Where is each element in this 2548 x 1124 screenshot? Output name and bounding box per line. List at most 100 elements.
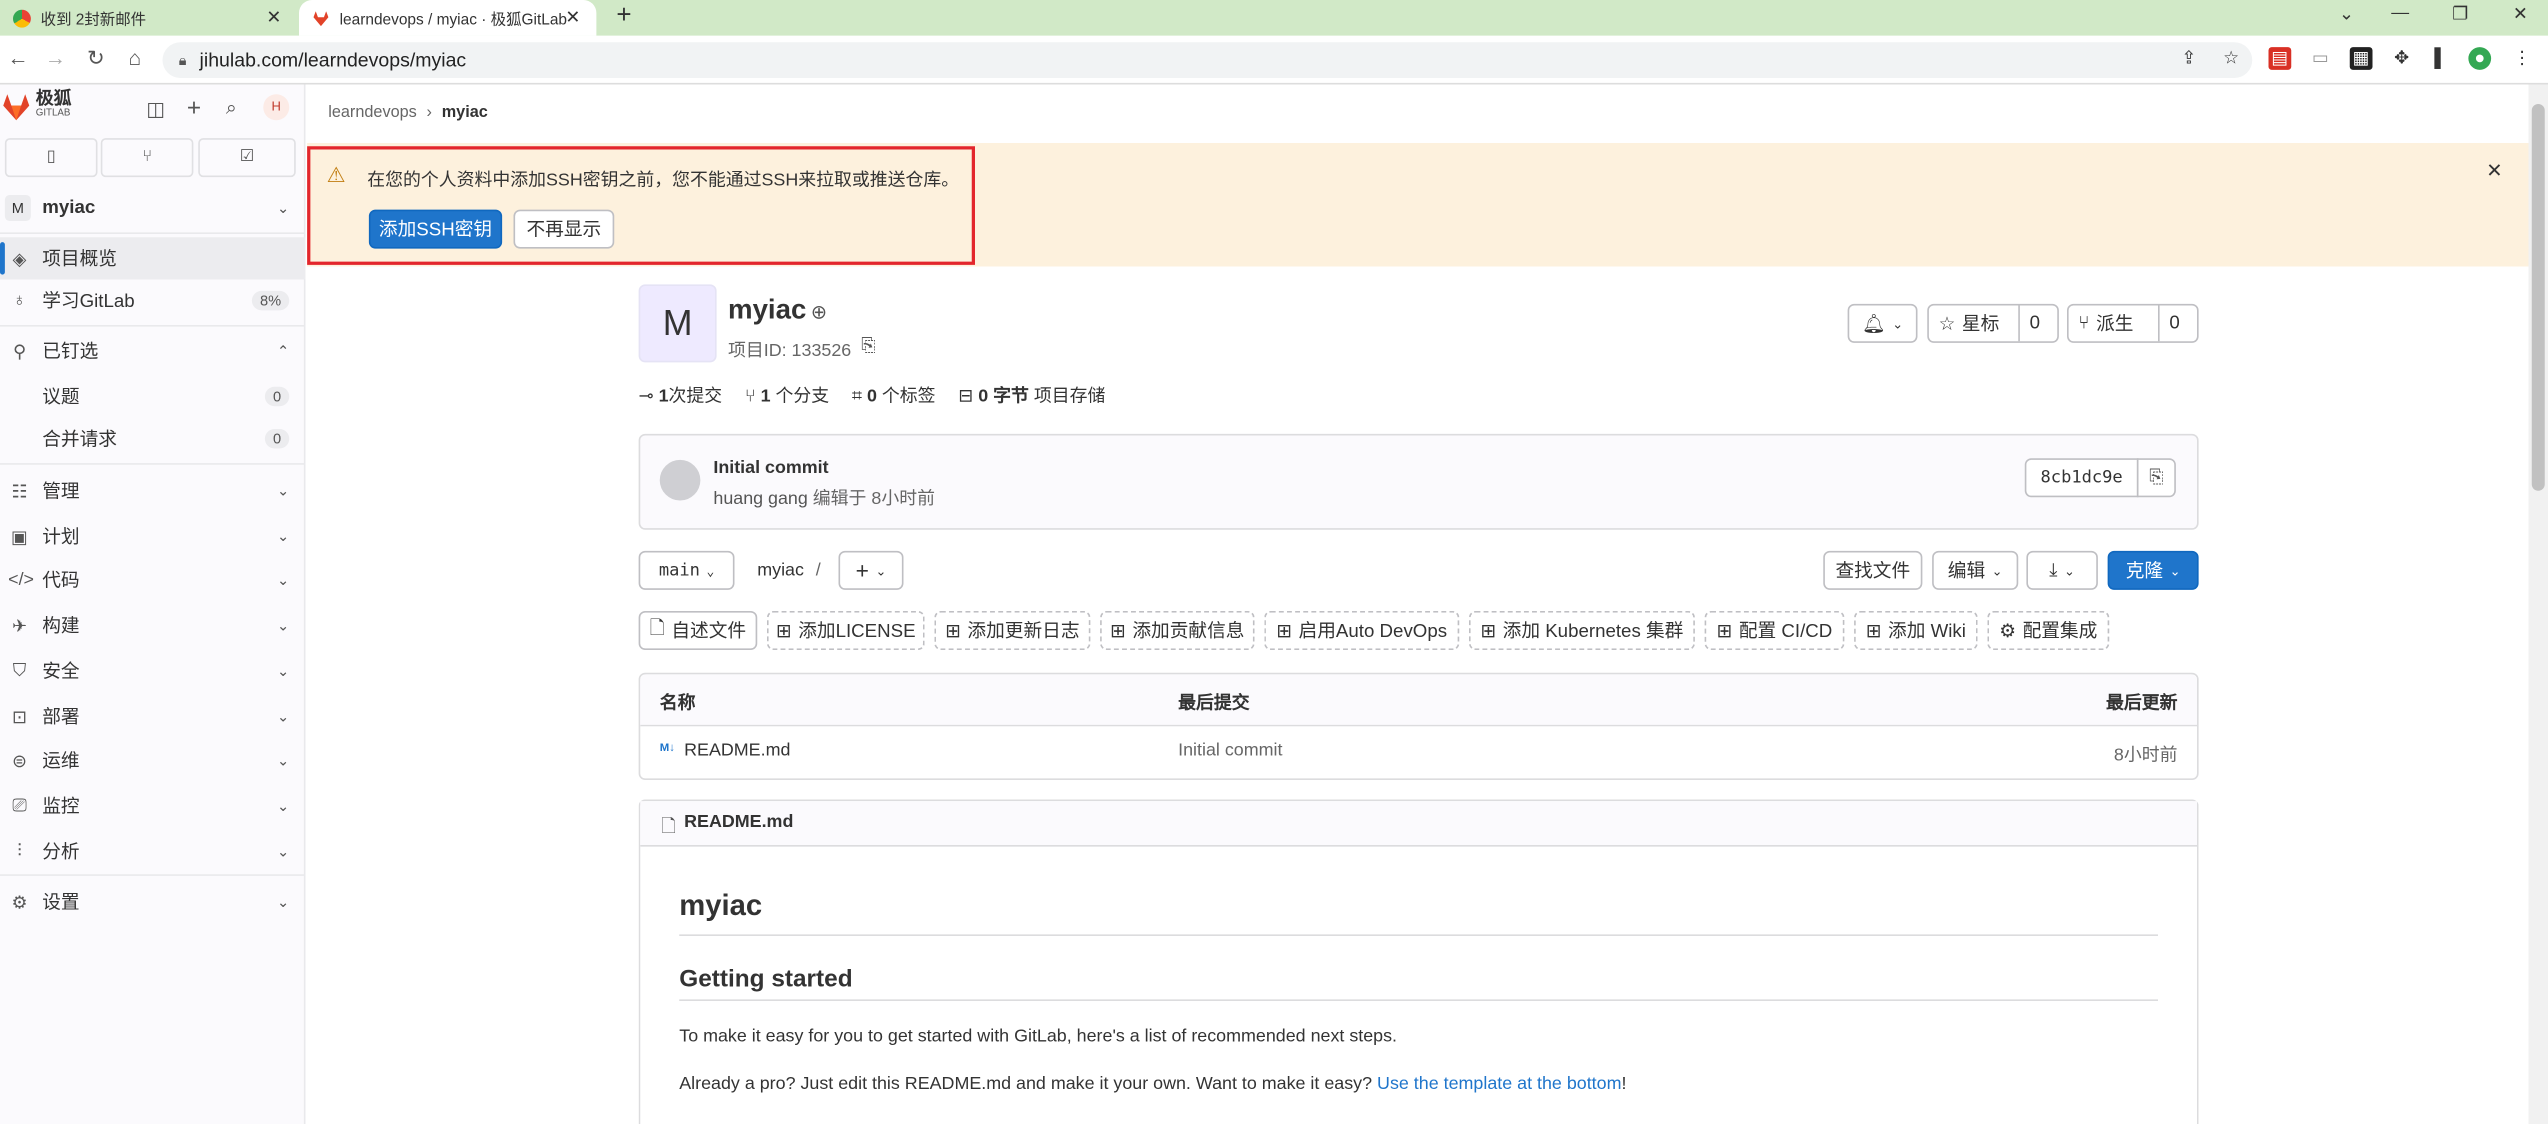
readme-filename[interactable]: README.md xyxy=(684,813,793,833)
close-icon[interactable]: ✕ xyxy=(2486,159,2502,182)
table-row[interactable]: M↓ README.md Initial commit 8小时前 xyxy=(640,726,2197,778)
extensions-puzzle-icon[interactable]: ✥ xyxy=(2390,47,2413,70)
project-stats: ⊸ 1次提交 ⑂ 1 个分支 ⌗ 0 个标签 ⊟ 0 字节 项目存储 xyxy=(639,382,1106,408)
back-icon[interactable]: ← xyxy=(3,46,32,70)
menu-kebab-icon[interactable]: ⋮ xyxy=(2511,47,2534,70)
find-file-button[interactable]: 查找文件 xyxy=(1823,550,1923,590)
copy-icon[interactable]: ⎘ xyxy=(861,336,875,357)
commit-sha[interactable]: 8cb1dc9e xyxy=(2024,458,2139,498)
download-button[interactable]: ⤓ ⌄ xyxy=(2026,550,2098,590)
sidebar-item-security[interactable]: ⛉ 安全 ⌄ xyxy=(0,650,306,692)
settings-icon: ⚙ xyxy=(11,892,28,913)
tab-search-chevron-icon[interactable]: ⌄ xyxy=(2330,3,2363,25)
merge-requests-shortcut-icon[interactable]: ⑂ xyxy=(100,138,194,178)
bookmark-star-icon[interactable]: ☆ xyxy=(2220,47,2243,70)
restore-icon[interactable]: ❐ xyxy=(2444,3,2477,25)
browser-tab-mail[interactable]: 收到 2封新邮件 ✕ xyxy=(0,0,297,36)
sidebar-item-label: 设置 xyxy=(42,893,80,914)
file-name[interactable]: README.md xyxy=(684,741,790,761)
notification-bell-button[interactable]: 🔔︎ ⌄ xyxy=(1847,303,1918,343)
brand-logo[interactable]: 极狐 GITLAB xyxy=(0,90,72,124)
star-button[interactable]: ☆ 星标 0 xyxy=(1927,303,2059,343)
address-bar[interactable]: 🔒︎ jihulab.com/learndevops/myiac xyxy=(162,42,2253,78)
quick-action-label: 启用Auto DevOps xyxy=(1298,622,1448,642)
sidebar-item-settings[interactable]: ⚙ 设置 ⌄ xyxy=(0,881,306,923)
sidepanel-icon[interactable]: ▌ xyxy=(2429,47,2452,70)
copy-sha-icon[interactable]: ⎘ xyxy=(2136,458,2176,498)
add-contributing-quick-action[interactable]: ⊞ 添加贡献信息 xyxy=(1100,611,1255,650)
sidebar-item-issues[interactable]: 议题 0 xyxy=(0,375,306,417)
template-link[interactable]: Use the template at the bottom xyxy=(1377,1074,1621,1094)
scrollbar-thumb[interactable] xyxy=(2531,104,2545,491)
todos-shortcut-icon[interactable]: ☑ xyxy=(198,138,296,178)
readme-paragraph: Already a pro? Just edit this README.md … xyxy=(679,1074,1626,1094)
fork-button[interactable]: ⑂ 派生 0 xyxy=(2067,303,2199,343)
branches-stat[interactable]: ⑂ 1 个分支 xyxy=(745,382,829,408)
clone-button[interactable]: 克隆 ⌄ xyxy=(2107,550,2199,590)
add-license-quick-action[interactable]: ⊞ 添加LICENSE xyxy=(767,611,925,650)
close-icon[interactable]: ✕ xyxy=(562,7,583,28)
reload-icon[interactable]: ↻ xyxy=(81,46,110,72)
security-icon: ⛉ xyxy=(12,660,27,681)
tags-stat[interactable]: ⌗ 0 个标签 xyxy=(852,382,936,408)
sidebar-item-manage[interactable]: ☷ 管理 ⌄ xyxy=(0,470,306,512)
storage-stat[interactable]: ⊟ 0 字节 项目存储 xyxy=(958,382,1105,408)
sidebar-item-build[interactable]: ✈ 构建 ⌄ xyxy=(0,605,306,647)
column-header: 最后更新 xyxy=(2106,693,2178,714)
home-icon[interactable]: ⌂ xyxy=(120,46,149,70)
sidebar-item-plan[interactable]: ▣ 计划 ⌄ xyxy=(0,515,306,557)
chevron-down-icon: ⌄ xyxy=(2064,563,2075,578)
commit-author[interactable]: huang gang xyxy=(713,489,807,509)
sidebar-item-overview[interactable]: ◈ 项目概览 xyxy=(0,237,306,280)
issues-shortcut-icon[interactable]: ▯ xyxy=(4,138,98,178)
window-close-icon[interactable]: ✕ xyxy=(2504,3,2537,25)
share-icon[interactable]: ⇪ xyxy=(2178,47,2201,70)
sidebar-item-analytics[interactable]: ⫶ 分析 ⌄ xyxy=(0,830,306,872)
browser-tab-gitlab[interactable]: learndevops / myiac · 极狐GitLab ✕ xyxy=(299,0,597,36)
add-changelog-quick-action[interactable]: ⊞ 添加更新日志 xyxy=(934,611,1091,650)
sidebar-item-code[interactable]: </> 代码 ⌄ xyxy=(0,559,306,601)
chevron-down-icon: ⌄ xyxy=(1991,563,2003,578)
sidebar-item-deploy[interactable]: ⊡ 部署 ⌄ xyxy=(0,696,306,738)
count-badge: 0 xyxy=(264,386,290,407)
edit-button[interactable]: 编辑 ⌄ xyxy=(1932,550,2019,590)
close-icon[interactable]: ✕ xyxy=(263,7,284,28)
sidebar-item-learn[interactable]: ♁ 学习GitLab 8% xyxy=(0,280,306,322)
forward-icon[interactable]: → xyxy=(41,46,70,70)
page-scrollbar[interactable] xyxy=(2528,84,2548,1124)
project-id: 项目ID: 133526 xyxy=(728,341,852,361)
extension-red-icon[interactable]: ▤ xyxy=(2268,47,2292,70)
add-to-tree-button[interactable]: + ⌄ xyxy=(838,550,904,590)
project-switcher[interactable]: M myiac ⌄ xyxy=(0,187,306,229)
breadcrumb-project[interactable]: myiac xyxy=(442,104,488,122)
commits-stat[interactable]: ⊸ 1次提交 xyxy=(639,382,723,408)
file-commit[interactable]: Initial commit xyxy=(1178,741,1282,761)
minimize-icon[interactable]: — xyxy=(2384,3,2417,23)
download-icon: ⤓ xyxy=(2049,559,2058,580)
repo-path[interactable]: myiac xyxy=(757,561,804,581)
extension-gray-icon[interactable]: ▭ xyxy=(2309,47,2332,70)
add-wiki-quick-action[interactable]: ⊞ 添加 Wiki xyxy=(1854,611,1978,650)
extension-dark-icon[interactable]: ▦ xyxy=(2349,47,2373,70)
project-switcher-label: myiac xyxy=(42,198,96,218)
user-avatar[interactable]: H xyxy=(263,94,290,121)
new-tab-button[interactable]: + xyxy=(608,2,641,31)
configure-integrations-quick-action[interactable]: ⚙ 配置集成 xyxy=(1987,611,2110,650)
readme-quick-action[interactable]: 🗋︎ 自述文件 xyxy=(638,611,758,650)
create-new-icon[interactable]: + xyxy=(187,94,201,122)
sidebar-toggle-icon[interactable]: ◫ xyxy=(146,98,164,121)
operate-icon: ⊜ xyxy=(12,751,27,772)
commit-title[interactable]: Initial commit xyxy=(713,458,828,478)
sidebar-item-merge-requests[interactable]: 合并请求 0 xyxy=(0,418,306,460)
enable-auto-devops-quick-action[interactable]: ⊞ 启用Auto DevOps xyxy=(1264,611,1460,650)
sidebar-item-pinned[interactable]: ⚲ 已钉选 ⌃ xyxy=(0,330,306,372)
sidebar-item-monitor[interactable]: ⎚ 监控 ⌄ xyxy=(0,785,306,827)
monitor-icon: ⎚ xyxy=(12,795,27,815)
configure-ci-quick-action[interactable]: ⊞ 配置 CI/CD xyxy=(1704,611,1845,650)
add-kubernetes-quick-action[interactable]: ⊞ 添加 Kubernetes 集群 xyxy=(1469,611,1695,650)
branch-selector[interactable]: main ⌄ xyxy=(638,550,735,590)
profile-icon[interactable]: ● xyxy=(2468,47,2492,70)
sidebar-item-operate[interactable]: ⊜ 运维 ⌄ xyxy=(0,739,306,781)
search-icon[interactable]: ⌕ xyxy=(226,96,237,120)
breadcrumb-group[interactable]: learndevops xyxy=(328,104,417,122)
